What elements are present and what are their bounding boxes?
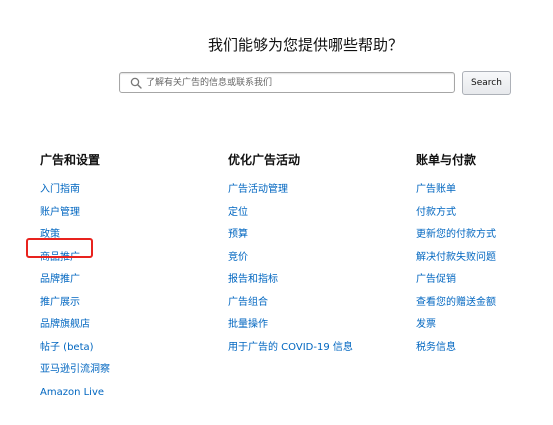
help-link[interactable]: 批量操作 bbox=[228, 319, 268, 330]
list-item: 解决付款失败问题 bbox=[416, 244, 496, 267]
help-link[interactable]: 用于广告的 COVID-19 信息 bbox=[228, 342, 353, 353]
help-link[interactable]: 发票 bbox=[416, 319, 436, 330]
help-link[interactable]: 帖子 (beta) bbox=[40, 342, 94, 353]
list-item: 用于广告的 COVID-19 信息 bbox=[228, 334, 353, 357]
list-item: 查看您的赠送金额 bbox=[416, 289, 496, 312]
help-column-optimize-campaigns: 优化广告活动 广告活动管理 定位 预算 竞价 报告和指标 广告组合 批量操作 用… bbox=[228, 152, 353, 356]
list-item: 预算 bbox=[228, 221, 353, 244]
help-link[interactable]: 亚马逊引流洞察 bbox=[40, 364, 110, 375]
list-item: 品牌推广 bbox=[40, 266, 110, 289]
list-item: 定位 bbox=[228, 199, 353, 222]
help-link[interactable]: 广告组合 bbox=[228, 297, 268, 308]
search-button[interactable]: Search bbox=[462, 71, 511, 95]
column-heading: 账单与付款 bbox=[416, 153, 477, 167]
help-link[interactable]: 竞价 bbox=[228, 252, 248, 263]
help-link[interactable]: 广告活动管理 bbox=[228, 184, 288, 195]
list-item: 报告和指标 bbox=[228, 266, 353, 289]
help-link[interactable]: 广告账单 bbox=[416, 184, 456, 195]
list-item: 竞价 bbox=[228, 244, 353, 267]
list-item: 税务信息 bbox=[416, 334, 496, 357]
search-icon bbox=[130, 77, 142, 89]
list-item: 批量操作 bbox=[228, 311, 353, 334]
help-link[interactable]: 税务信息 bbox=[416, 342, 456, 353]
list-item: 帖子 (beta) bbox=[40, 334, 110, 357]
link-list: 广告活动管理 定位 预算 竞价 报告和指标 广告组合 批量操作 用于广告的 CO… bbox=[228, 176, 353, 356]
link-list: 入门指南 账户管理 政策 商品推广 品牌推广 推广展示 品牌旗舰店 帖子 (be… bbox=[40, 176, 110, 401]
help-link[interactable]: 定位 bbox=[228, 207, 248, 218]
list-item: 付款方式 bbox=[416, 199, 496, 222]
help-column-ads-settings: 广告和设置 入门指南 账户管理 政策 商品推广 品牌推广 推广展示 品牌旗舰店 … bbox=[40, 152, 110, 401]
help-link[interactable]: 品牌旗舰店 bbox=[40, 319, 90, 330]
list-item: 发票 bbox=[416, 311, 496, 334]
help-link[interactable]: 解决付款失败问题 bbox=[416, 252, 496, 263]
list-item: 入门指南 bbox=[40, 176, 110, 199]
help-link[interactable]: 政策 bbox=[40, 229, 60, 240]
list-item: 商品推广 bbox=[40, 244, 110, 267]
list-item: 广告组合 bbox=[228, 289, 353, 312]
search-field[interactable] bbox=[119, 72, 455, 93]
help-column-billing: 账单与付款 广告账单 付款方式 更新您的付款方式 解决付款失败问题 广告促销 查… bbox=[416, 152, 496, 356]
help-link[interactable]: 更新您的付款方式 bbox=[416, 229, 496, 240]
help-link[interactable]: 预算 bbox=[228, 229, 248, 240]
list-item: 品牌旗舰店 bbox=[40, 311, 110, 334]
list-item: 推广展示 bbox=[40, 289, 110, 312]
list-item: 账户管理 bbox=[40, 199, 110, 222]
list-item: 广告活动管理 bbox=[228, 176, 353, 199]
column-heading: 广告和设置 bbox=[40, 153, 101, 167]
help-link[interactable]: 查看您的赠送金额 bbox=[416, 297, 496, 308]
list-item: 亚马逊引流洞察 bbox=[40, 356, 110, 379]
help-link[interactable]: 账户管理 bbox=[40, 207, 80, 218]
help-link[interactable]: 广告促销 bbox=[416, 274, 456, 285]
help-link[interactable]: 推广展示 bbox=[40, 297, 80, 308]
list-item: Amazon Live bbox=[40, 379, 110, 402]
page-title: 我们能够为您提供哪些帮助？ bbox=[208, 36, 404, 54]
help-link-sponsored-products[interactable]: 商品推广 bbox=[40, 252, 80, 263]
help-link[interactable]: 品牌推广 bbox=[40, 274, 80, 285]
list-item: 广告促销 bbox=[416, 266, 496, 289]
search-input[interactable] bbox=[146, 73, 446, 92]
list-item: 政策 bbox=[40, 221, 110, 244]
list-item: 更新您的付款方式 bbox=[416, 221, 496, 244]
help-link[interactable]: Amazon Live bbox=[40, 387, 104, 398]
link-list: 广告账单 付款方式 更新您的付款方式 解决付款失败问题 广告促销 查看您的赠送金… bbox=[416, 176, 496, 356]
help-link[interactable]: 付款方式 bbox=[416, 207, 456, 218]
list-item: 广告账单 bbox=[416, 176, 496, 199]
column-heading: 优化广告活动 bbox=[228, 153, 301, 167]
help-link[interactable]: 报告和指标 bbox=[228, 274, 278, 285]
help-link[interactable]: 入门指南 bbox=[40, 184, 80, 195]
